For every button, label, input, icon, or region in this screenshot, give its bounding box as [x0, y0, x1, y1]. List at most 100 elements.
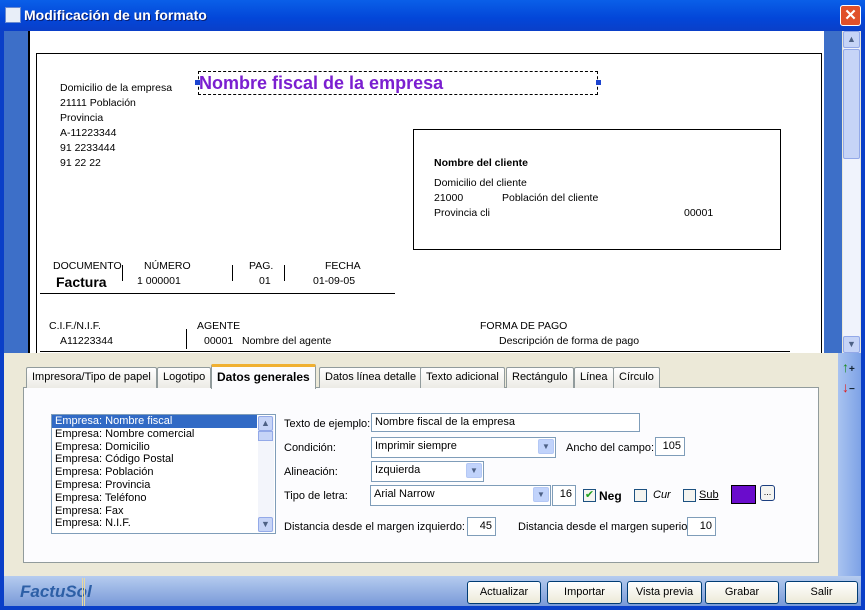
preview-scrollbar[interactable]: ▲ ▼	[843, 31, 860, 353]
client-province: Provincia cli	[434, 207, 491, 219]
zoom-in-icon[interactable]: ↑+	[842, 359, 855, 375]
window-title: Modificación de un formato	[24, 7, 207, 23]
tab-rectangulo[interactable]: Rectángulo	[506, 367, 574, 388]
list-item[interactable]: Empresa: Domicilio	[52, 441, 257, 454]
agente-code: 00001	[204, 335, 234, 347]
chevron-down-icon[interactable]: ▼	[538, 439, 554, 454]
list-item[interactable]: Empresa: Provincia	[52, 479, 257, 492]
list-scroll-down[interactable]: ▼	[258, 517, 273, 532]
pag-value: 01	[259, 275, 271, 287]
numero-label: NÚMERO	[144, 260, 191, 272]
salir-button[interactable]: Salir	[785, 581, 858, 604]
chevron-down-icon[interactable]: ▼	[466, 463, 482, 478]
agente-label: AGENTE	[197, 320, 241, 332]
list-item[interactable]: Empresa: Nombre fiscal	[52, 415, 257, 428]
list-item[interactable]: Empresa: Código Postal	[52, 453, 257, 466]
list-item[interactable]: Empresa: N.I.F.	[52, 517, 257, 530]
condicion-value: Imprimir siempre	[375, 440, 457, 452]
alineacion-label: Alineación:	[284, 466, 338, 478]
pago-value: Descripción de forma de pago	[499, 335, 640, 347]
font-size-input[interactable]: 16	[552, 485, 576, 506]
app-icon	[5, 7, 21, 23]
tab-impresora[interactable]: Impresora/Tipo de papel	[26, 367, 157, 388]
tab-linea[interactable]: Línea	[574, 367, 614, 388]
company-fax: 91 22 22	[60, 157, 101, 169]
resize-handle[interactable]	[195, 80, 200, 85]
documento-value: Factura	[56, 274, 107, 290]
fecha-value: 01-09-05	[313, 275, 356, 287]
alineacion-value: Izquierda	[375, 464, 421, 476]
resize-handle[interactable]	[596, 80, 601, 85]
grabar-button[interactable]: Grabar	[705, 581, 779, 604]
company-address: Domicilio de la empresa	[60, 82, 173, 94]
pago-label: FORMA DE PAGO	[480, 320, 568, 332]
ancho-input[interactable]: 105	[655, 437, 685, 456]
italic-label: Cur	[653, 489, 671, 501]
texto-input[interactable]: Nombre fiscal de la empresa	[371, 413, 640, 432]
list-item[interactable]: Empresa: Nombre comercial	[52, 428, 257, 441]
list-item[interactable]: Empresa: Fax	[52, 505, 257, 518]
vista-previa-button[interactable]: Vista previa	[627, 581, 702, 604]
color-picker-button[interactable]: ...	[760, 485, 775, 501]
fields-listbox[interactable]: Empresa: Nombre fiscal Empresa: Nombre c…	[51, 414, 276, 534]
chevron-down-icon[interactable]: ▼	[533, 487, 549, 502]
list-item[interactable]: Empresa: Población	[52, 466, 257, 479]
underline-label: Sub	[699, 489, 719, 501]
company-phone: 91 2233444	[60, 142, 116, 154]
client-box: Nombre del cliente Domicilio del cliente…	[413, 129, 781, 250]
pag-label: PAG.	[249, 260, 274, 272]
condicion-label: Condición:	[284, 442, 336, 454]
color-swatch[interactable]	[731, 485, 756, 504]
tab-datos-linea-detalle[interactable]: Datos línea detalle	[319, 367, 423, 388]
list-scroll-up[interactable]: ▲	[258, 416, 273, 431]
client-cp: 21000	[434, 192, 464, 204]
list-scrollbar[interactable]: ▲ ▼	[258, 416, 274, 532]
tab-logotipo[interactable]: Logotipo	[157, 367, 212, 388]
texto-label: Texto de ejemplo:	[284, 418, 371, 430]
scroll-up-button[interactable]: ▲	[843, 31, 860, 48]
list-item[interactable]: Empresa: Teléfono	[52, 492, 257, 505]
client-address: Domicilio del cliente	[434, 177, 527, 189]
bold-label: Neg	[599, 489, 622, 503]
ancho-label: Ancho del campo:	[566, 442, 655, 454]
fecha-label: FECHA	[325, 260, 361, 272]
list-scroll-thumb[interactable]	[258, 431, 273, 441]
client-code: 00001	[684, 207, 714, 219]
tab-datos-generales[interactable]: Datos generales	[211, 364, 316, 389]
margen-izq-input[interactable]: 45	[467, 517, 496, 536]
company-city: 21111 Población	[60, 97, 136, 109]
importar-button[interactable]: Importar	[547, 581, 622, 604]
font-value: Arial Narrow	[374, 488, 435, 500]
preview-page: Nombre fiscal de la empresa Domicilio de…	[28, 31, 824, 353]
italic-checkbox[interactable]	[634, 489, 647, 502]
alineacion-select[interactable]: Izquierda ▼	[371, 461, 484, 482]
tipo-letra-label: Tipo de letra:	[284, 490, 348, 502]
condicion-select[interactable]: Imprimir siempre ▼	[371, 437, 556, 458]
company-province: Provincia	[60, 112, 104, 124]
client-name: Nombre del cliente	[434, 157, 528, 169]
company-nif: A-11223344	[60, 127, 117, 139]
cif-label: C.I.F./N.I.F.	[49, 320, 101, 332]
actualizar-button[interactable]: Actualizar	[467, 581, 541, 604]
scroll-thumb[interactable]	[843, 49, 860, 159]
underline-checkbox[interactable]	[683, 489, 696, 502]
bold-checkbox[interactable]: ✔	[583, 489, 596, 502]
format-preview[interactable]: Nombre fiscal de la empresa Domicilio de…	[4, 31, 842, 353]
tab-texto-adicional[interactable]: Texto adicional	[420, 367, 505, 388]
cif-value: A11223344	[60, 335, 113, 347]
agente-value: Nombre del agente	[242, 335, 332, 347]
client-city: Población del cliente	[502, 192, 599, 204]
tab-circulo[interactable]: Círculo	[613, 367, 660, 388]
close-button[interactable]: ✕	[840, 5, 861, 26]
selected-field[interactable]: Nombre fiscal de la empresa	[195, 71, 601, 95]
zoom-out-icon[interactable]: ↓−	[842, 379, 855, 395]
margen-sup-input[interactable]: 10	[687, 517, 716, 536]
font-select[interactable]: Arial Narrow ▼	[370, 485, 551, 506]
company-title: Nombre fiscal de la empresa	[199, 73, 444, 93]
scroll-down-button[interactable]: ▼	[843, 336, 860, 353]
title-bar: Modificación de un formato ✕	[0, 0, 865, 31]
numero-value: 1 000001	[137, 275, 181, 287]
margen-sup-label: Distancia desde el margen superior:	[518, 521, 695, 533]
zoom-strip: ↑+ ↓−	[838, 353, 861, 576]
margen-izq-label: Distancia desde el margen izquierdo:	[284, 521, 465, 533]
